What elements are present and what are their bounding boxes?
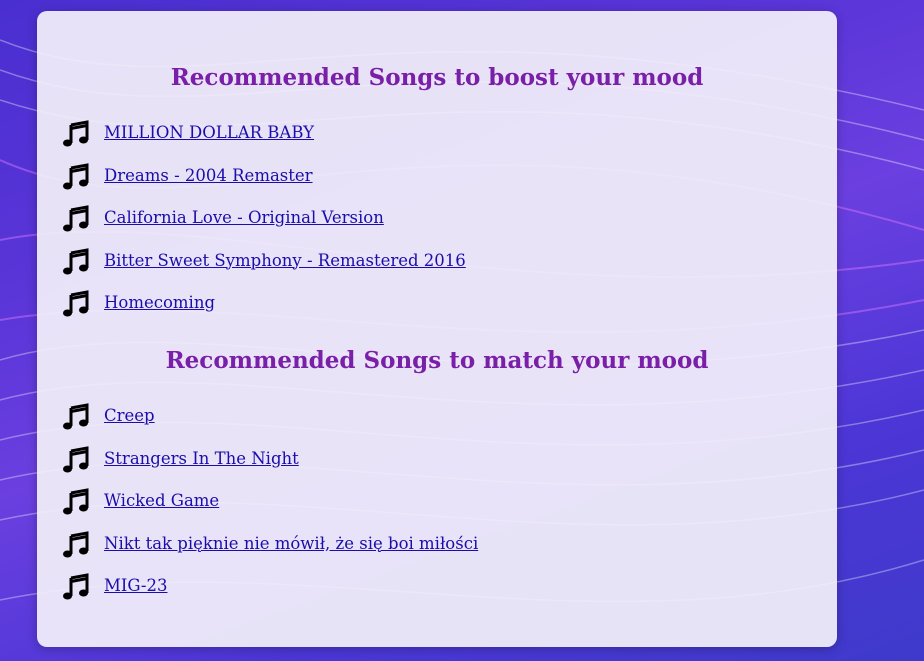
list-item: Nikt tak pięknie nie mówił, że się boi m… <box>62 530 478 573</box>
boost-song-list: MILLION DOLLAR BABY Dreams - 2004 Remast… <box>62 119 466 332</box>
list-item: Creep <box>62 402 478 445</box>
list-item: Wicked Game <box>62 487 478 530</box>
recommendations-card: Recommended Songs to boost your mood MIL… <box>37 11 837 647</box>
music-note-icon <box>63 162 89 189</box>
song-link[interactable]: Strangers In The Night <box>104 445 299 473</box>
list-item: MIG-23 <box>62 572 478 615</box>
song-link[interactable]: Dreams - 2004 Remaster <box>104 162 313 190</box>
list-item: Strangers In The Night <box>62 445 478 488</box>
song-link[interactable]: MILLION DOLLAR BABY <box>104 119 314 147</box>
music-note-icon <box>63 120 89 147</box>
music-note-icon <box>63 488 89 515</box>
song-link[interactable]: California Love - Original Version <box>104 204 384 232</box>
boost-section-title: Recommended Songs to boost your mood <box>170 64 704 91</box>
list-item: Bitter Sweet Symphony - Remastered 2016 <box>62 247 466 290</box>
list-item: Homecoming <box>62 289 466 332</box>
song-link[interactable]: Bitter Sweet Symphony - Remastered 2016 <box>104 247 466 275</box>
music-note-icon <box>63 530 89 557</box>
list-item: California Love - Original Version <box>62 204 466 247</box>
music-note-icon <box>63 205 89 232</box>
list-item: Dreams - 2004 Remaster <box>62 162 466 205</box>
music-note-icon <box>63 445 89 472</box>
song-link[interactable]: MIG-23 <box>104 572 167 600</box>
song-link[interactable]: Creep <box>104 402 155 430</box>
music-note-icon <box>63 573 89 600</box>
match-section-title: Recommended Songs to match your mood <box>165 347 709 374</box>
music-note-icon <box>63 247 89 274</box>
song-link[interactable]: Wicked Game <box>104 487 219 515</box>
song-link[interactable]: Nikt tak pięknie nie mówił, że się boi m… <box>104 530 478 558</box>
match-song-list: Creep Strangers In The Night Wicked Game <box>62 402 478 615</box>
list-item: MILLION DOLLAR BABY <box>62 119 466 162</box>
music-note-icon <box>63 403 89 430</box>
music-note-icon <box>63 290 89 317</box>
song-link[interactable]: Homecoming <box>104 289 215 317</box>
